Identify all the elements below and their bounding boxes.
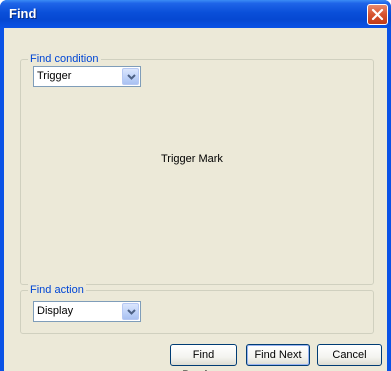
close-icon: [371, 8, 384, 21]
dialog-body: Find condition Trigger Trigger Mark Find…: [4, 28, 387, 371]
find-condition-legend: Find condition: [28, 53, 101, 65]
find-condition-group: Find condition Trigger Trigger Mark: [20, 53, 374, 285]
find-next-button[interactable]: Find Next: [246, 344, 310, 366]
find-condition-value: Trigger: [37, 70, 72, 82]
find-action-dropdown-button[interactable]: [122, 303, 139, 320]
find-condition-dropdown-button[interactable]: [122, 68, 139, 85]
find-action-group: Find action Display: [20, 284, 374, 334]
find-action-legend: Find action: [28, 284, 86, 296]
chevron-down-icon: [127, 309, 136, 315]
title-bar[interactable]: Find: [0, 0, 391, 28]
close-button[interactable]: [367, 4, 388, 25]
chevron-down-icon: [127, 74, 136, 80]
find-previous-button[interactable]: Find Previous: [170, 344, 237, 371]
find-condition-select[interactable]: Trigger: [33, 66, 141, 87]
find-action-select[interactable]: Display: [33, 301, 141, 322]
trigger-mark-label: Trigger Mark: [161, 153, 223, 165]
window-title: Find: [9, 6, 37, 21]
cancel-button[interactable]: Cancel: [317, 344, 382, 366]
find-action-value: Display: [37, 305, 74, 317]
find-dialog: Find Find condition Trigger Trigger Mark: [0, 0, 391, 371]
